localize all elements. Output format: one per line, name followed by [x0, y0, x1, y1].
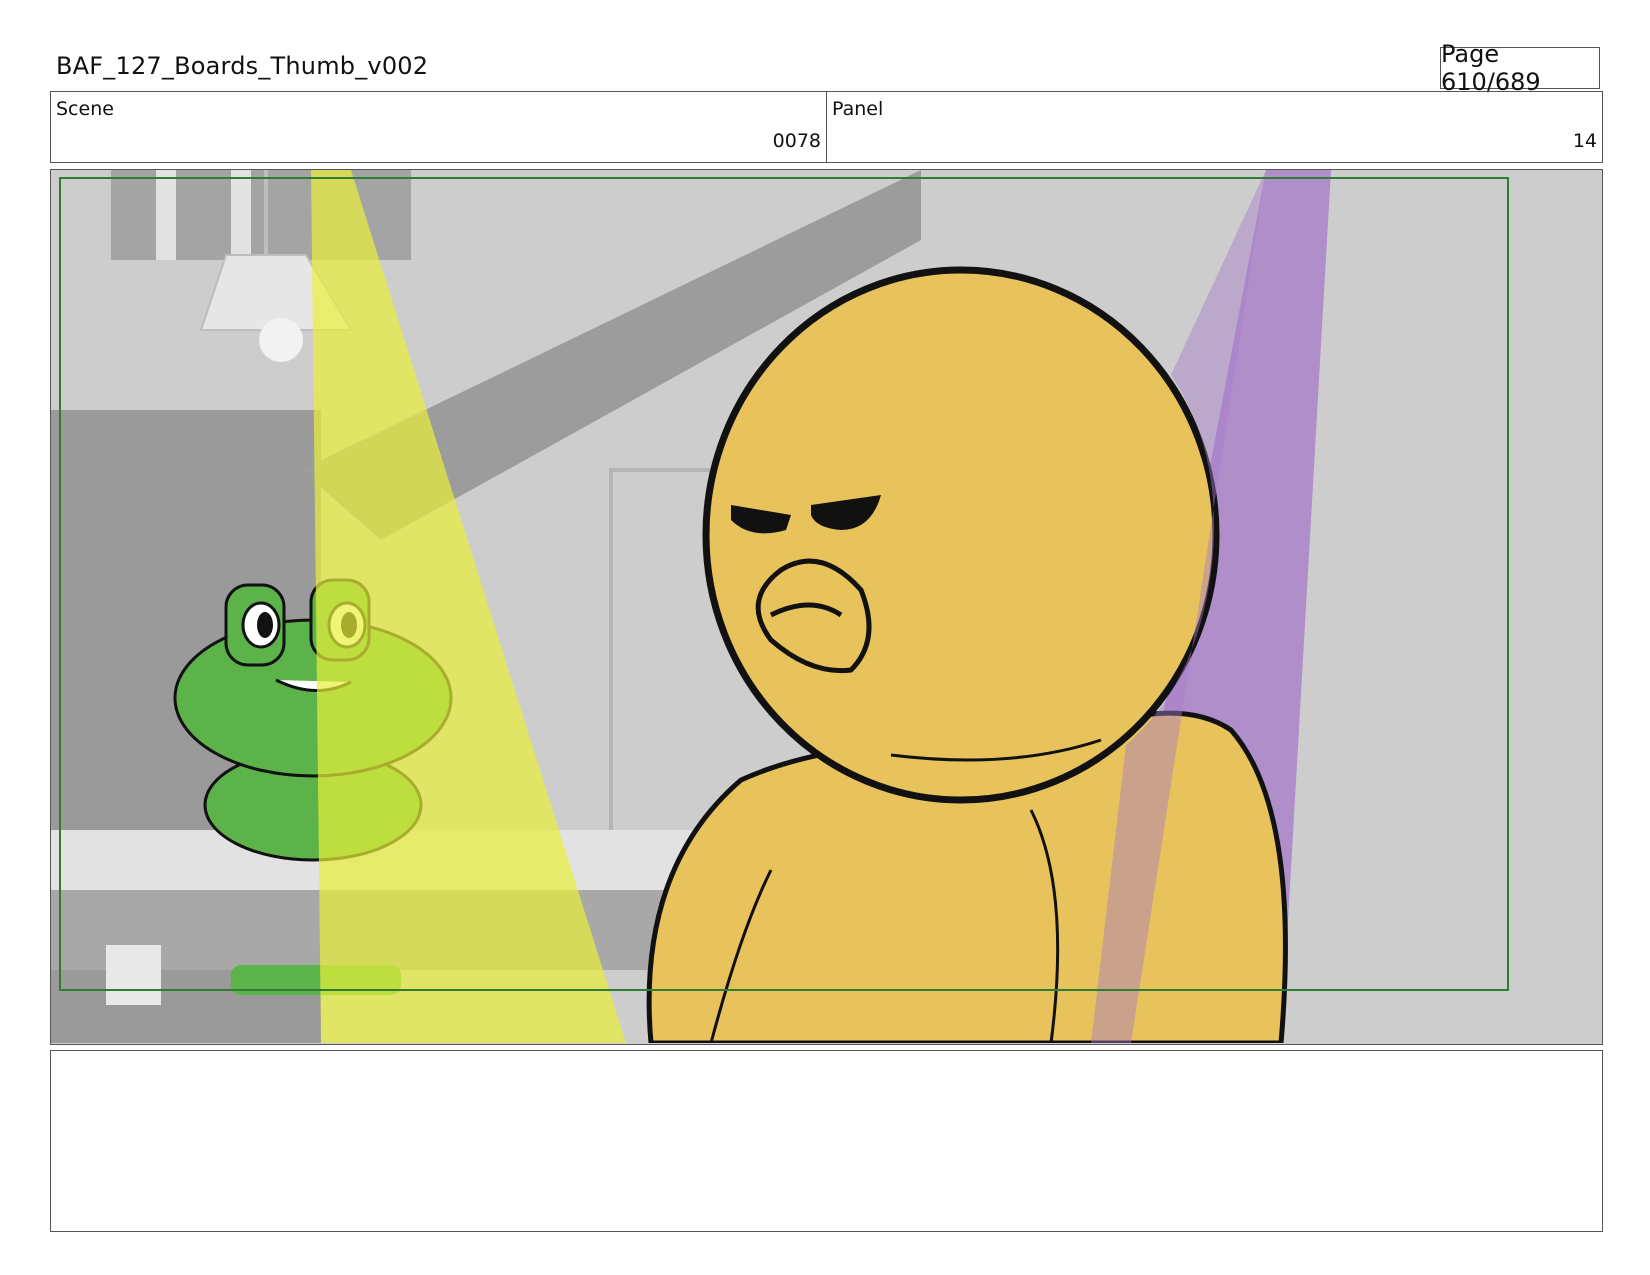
panel-label: Panel: [832, 98, 884, 120]
window-bar-2: [231, 170, 251, 260]
storyboard-panel: [50, 169, 1603, 1045]
scene-label: Scene: [56, 98, 114, 120]
ceiling-lamp-bulb: [259, 318, 303, 362]
document-title: BAF_127_Boards_Thumb_v002: [56, 52, 429, 80]
frog-pupil-left: [257, 612, 273, 638]
page-number-box: Page 610/689: [1440, 40, 1600, 96]
scene-value: 0078: [772, 130, 821, 152]
scene-cell: Scene 0078: [51, 92, 826, 162]
info-row: Scene 0078 Panel 14: [50, 91, 1603, 163]
panel-cell: Panel 14: [826, 92, 1602, 162]
panel-illustration: [51, 170, 1601, 1043]
window-bar-1: [156, 170, 176, 260]
notes-box: [50, 1050, 1603, 1232]
cup: [106, 945, 161, 1005]
panel-value: 14: [1572, 130, 1597, 152]
duck-head: [702, 266, 1220, 804]
